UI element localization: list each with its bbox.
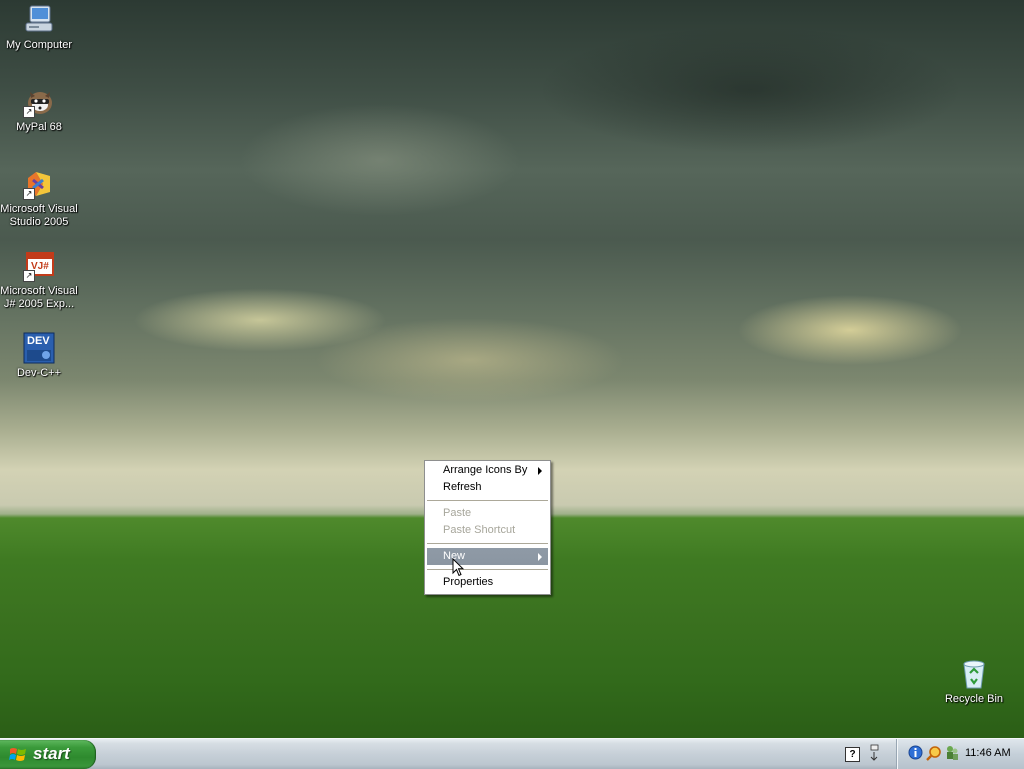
desktop-icon-label: Recycle Bin (944, 693, 1004, 705)
menu-item-label: Refresh (443, 481, 482, 493)
desktop-icon-label: Microsoft Visual J# 2005 Exp... (0, 285, 78, 310)
menu-item-refresh[interactable]: Refresh (427, 479, 548, 496)
desktop-icon-visual-studio[interactable]: ↗ Microsoft Visual Studio 2005 (0, 168, 79, 229)
desktop-icon-mypal[interactable]: ↗ MyPal 68 (0, 86, 79, 134)
menu-item-paste-shortcut[interactable]: Paste Shortcut (427, 522, 548, 539)
start-button[interactable]: start (0, 740, 96, 769)
desktop[interactable]: My Computer ↗ MyPal 68 ↗ Microsoft Visua… (0, 0, 1024, 738)
menu-separator (427, 569, 548, 570)
network-icon[interactable] (868, 744, 880, 762)
menu-item-label: Paste Shortcut (443, 524, 516, 536)
devcpp-icon: DEV (23, 332, 55, 364)
desktop-icon-label: My Computer (5, 39, 73, 51)
desktop-context-menu: Arrange Icons By Refresh Paste Paste Sho… (424, 460, 551, 595)
menu-item-label: Properties (443, 576, 494, 588)
visual-studio-icon: ↗ (23, 168, 55, 200)
desktop-icon-label: MyPal 68 (16, 121, 62, 133)
menu-item-label: Arrange Icons By (443, 464, 528, 476)
menu-item-properties[interactable]: Properties (427, 574, 548, 591)
recycle-bin-icon (958, 658, 990, 690)
users-icon[interactable] (945, 744, 959, 761)
submenu-arrow-icon (538, 553, 542, 561)
taskbar-clock[interactable]: 11:46 AM (965, 747, 1011, 759)
desktop-icon-recycle-bin[interactable]: Recycle Bin (934, 658, 1014, 706)
windows-flag-icon (9, 748, 26, 761)
shortcut-arrow-icon: ↗ (23, 188, 35, 200)
menu-item-paste[interactable]: Paste (427, 505, 548, 522)
menu-item-new[interactable]: New (427, 548, 548, 565)
visual-jsharp-icon: VJ# ↗ (23, 250, 55, 282)
desktop-icon-my-computer[interactable]: My Computer (0, 4, 79, 52)
menu-item-label: Paste (443, 507, 472, 519)
desktop-icon-visual-jsharp[interactable]: VJ# ↗ Microsoft Visual J# 2005 Exp... (0, 250, 79, 311)
submenu-arrow-icon (538, 467, 542, 475)
mouse-cursor-icon (452, 558, 464, 577)
mypal-icon: ↗ (23, 86, 55, 118)
info-icon[interactable] (908, 745, 923, 760)
shortcut-arrow-icon: ↗ (23, 270, 35, 282)
menu-item-arrange-icons-by[interactable]: Arrange Icons By (427, 462, 548, 479)
help-icon[interactable]: ? (845, 747, 860, 762)
start-label: start (33, 744, 70, 763)
menu-separator (427, 543, 548, 544)
taskbar: start ? 11:46 AM (0, 738, 1024, 769)
menu-separator (427, 500, 548, 501)
desktop-icon-devcpp[interactable]: DEV Dev-C++ (0, 332, 79, 380)
search-icon[interactable] (926, 745, 942, 761)
desktop-icon-label: Dev-C++ (16, 367, 62, 379)
shortcut-arrow-icon: ↗ (23, 106, 35, 118)
devcpp-badge: DEV (27, 335, 50, 347)
desktop-icon-label: Microsoft Visual Studio 2005 (0, 203, 78, 228)
my-computer-icon (23, 4, 55, 36)
